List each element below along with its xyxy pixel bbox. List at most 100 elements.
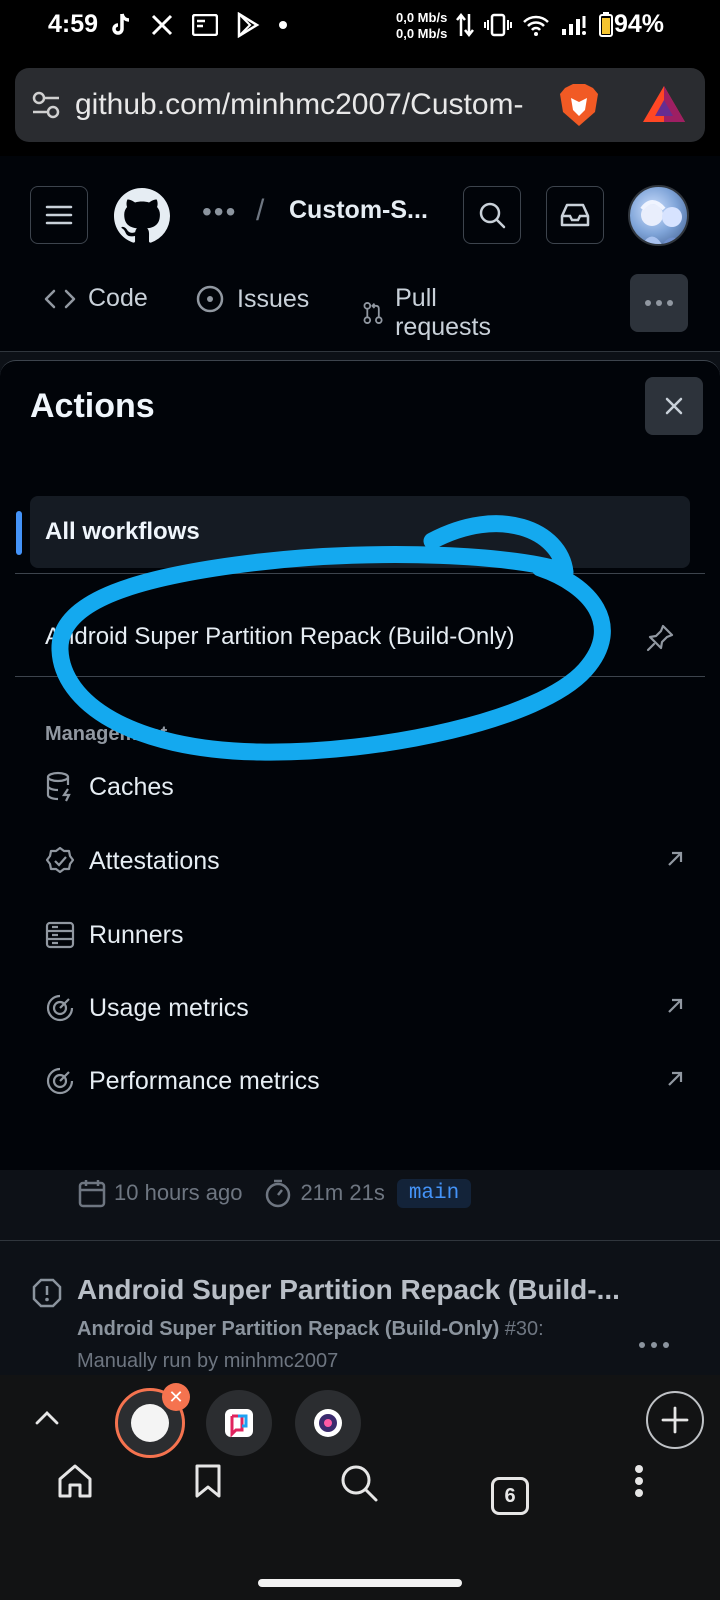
battery-level: 94% [614, 10, 665, 38]
menu-item-usage-metrics[interactable]: Usage metrics [45, 988, 685, 1028]
divider [0, 1240, 720, 1241]
search-icon [479, 202, 506, 229]
search-icon[interactable] [339, 1463, 379, 1503]
avatar[interactable] [628, 185, 689, 246]
vibrate-icon [484, 13, 512, 37]
clock: 4:59 [48, 10, 99, 38]
pull-request-icon [363, 302, 383, 324]
tab-pull-requests-label: Pull requests [395, 284, 491, 341]
home-icon[interactable] [56, 1463, 94, 1499]
status-bar: 4:59 0,0 Mb/s 0,0 Mb/s 94% [0, 0, 720, 56]
avatar-image [640, 200, 683, 244]
inbox-button[interactable] [546, 186, 604, 244]
menu-item-label: Usage metrics [89, 993, 249, 1022]
tab-group-chip[interactable] [206, 1390, 272, 1456]
menu-item-runners[interactable]: Runners [45, 915, 685, 955]
branch-label[interactable]: main [396, 1178, 472, 1208]
run-status-icon [32, 1278, 62, 1308]
dot-icon [279, 21, 287, 29]
address-bar[interactable]: github.com/minhmc2007/Custom- [15, 68, 705, 142]
search-button[interactable] [463, 186, 521, 244]
run-duration: 21m 21s [300, 1180, 385, 1205]
run-title[interactable]: Android Super Partition Repack (Build-..… [77, 1274, 637, 1306]
close-tab-icon[interactable]: ✕ [162, 1383, 190, 1411]
breadcrumb-more[interactable]: ••• [202, 196, 237, 228]
tab-code-label: Code [88, 284, 148, 312]
overflow-menu-icon[interactable] [634, 1464, 644, 1498]
signal-icon [562, 16, 586, 35]
tab-issues[interactable]: Issues [195, 284, 309, 314]
divider [15, 676, 705, 677]
close-icon [665, 397, 683, 415]
tab-favicon [131, 1404, 169, 1442]
code-icon [44, 289, 76, 308]
tab-code[interactable]: Code [44, 284, 148, 313]
server-icon [45, 921, 75, 949]
all-workflows-item[interactable]: All workflows [30, 496, 690, 568]
net-up-speed: 0,0 Mb/s [396, 10, 448, 25]
pin-icon[interactable] [645, 623, 675, 653]
play-store-icon [237, 12, 260, 38]
menu-item-caches[interactable]: Caches [45, 767, 685, 807]
chevron-up-icon[interactable] [32, 1403, 62, 1433]
stopwatch-icon [266, 1179, 291, 1208]
run-subtitle: Android Super Partition Repack (Build-On… [77, 1318, 597, 1341]
net-down-speed: 0,0 Mb/s [396, 26, 448, 41]
external-link-icon [668, 1071, 683, 1086]
run-meta: 10 hours ago 21m 21s main [78, 1178, 472, 1208]
terminal-icon [192, 14, 218, 36]
meter-icon [46, 1067, 74, 1095]
tab-issues-label: Issues [237, 284, 310, 313]
menu-item-performance-metrics[interactable]: Performance metrics [45, 1061, 685, 1101]
tab-pull-requests[interactable]: Pull requests [363, 284, 499, 342]
section-label-management: Management [45, 723, 168, 745]
external-link-icon [668, 998, 683, 1013]
app-favicon-icon [225, 1409, 253, 1438]
external-link-icon [668, 851, 683, 866]
meter-icon [46, 994, 74, 1022]
browser-toolbar: ✕ 6 [0, 1375, 720, 1600]
github-header: ••• / Custom-S... Code Issues Pull reque… [0, 156, 720, 352]
menu-button[interactable] [30, 186, 88, 244]
run-time: 10 hours ago [114, 1180, 243, 1205]
run-workflow-name: Android Super Partition Repack (Build-On… [77, 1318, 500, 1340]
repo-name[interactable]: Custom-S... [289, 196, 429, 225]
run-actor: Manually run by minhmc2007 [77, 1350, 339, 1372]
calendar-icon [78, 1180, 106, 1208]
notification-icons [108, 12, 288, 38]
github-logo-icon[interactable] [114, 188, 170, 244]
brave-shields-icon[interactable] [557, 82, 601, 128]
system-icons [456, 12, 614, 38]
close-button[interactable] [645, 377, 703, 435]
tab-switcher-button[interactable]: 6 [491, 1477, 529, 1515]
plus-icon [661, 1406, 689, 1434]
workflow-item[interactable]: Android Super Partition Repack (Build-On… [45, 623, 515, 651]
actions-sheet: Actions All workflows Android Super Part… [0, 360, 720, 1170]
database-icon [46, 771, 71, 802]
run-more-button[interactable] [638, 1325, 670, 1356]
tiktok-icon [112, 13, 130, 35]
breadcrumb-separator: / [256, 194, 265, 227]
issue-icon [196, 285, 224, 313]
gesture-home-bar[interactable] [258, 1579, 462, 1587]
new-tab-button[interactable] [646, 1391, 704, 1449]
site-settings-icon[interactable] [31, 90, 61, 120]
menu-item-label: Attestations [89, 846, 220, 875]
menu-item-label: Performance metrics [89, 1066, 320, 1095]
browser-address-area: github.com/minhmc2007/Custom- [0, 56, 720, 156]
divider [15, 573, 705, 574]
hamburger-icon [45, 205, 73, 225]
wifi-icon [523, 15, 549, 36]
more-tabs-button[interactable] [630, 274, 688, 332]
menu-item-attestations[interactable]: Attestations [45, 841, 685, 881]
tab-group-chip-active[interactable]: ✕ [115, 1383, 190, 1458]
url-text[interactable]: github.com/minhmc2007/Custom- [75, 88, 553, 122]
bookmark-icon[interactable] [193, 1463, 223, 1499]
tab-group-chip[interactable] [295, 1390, 361, 1456]
brave-rewards-icon[interactable] [641, 84, 687, 124]
kebab-horizontal-icon [645, 300, 673, 306]
battery-icon [599, 12, 613, 37]
menu-item-label: Caches [89, 772, 174, 801]
menu-item-label: Runners [89, 920, 184, 949]
kebab-horizontal-icon [639, 1342, 669, 1348]
